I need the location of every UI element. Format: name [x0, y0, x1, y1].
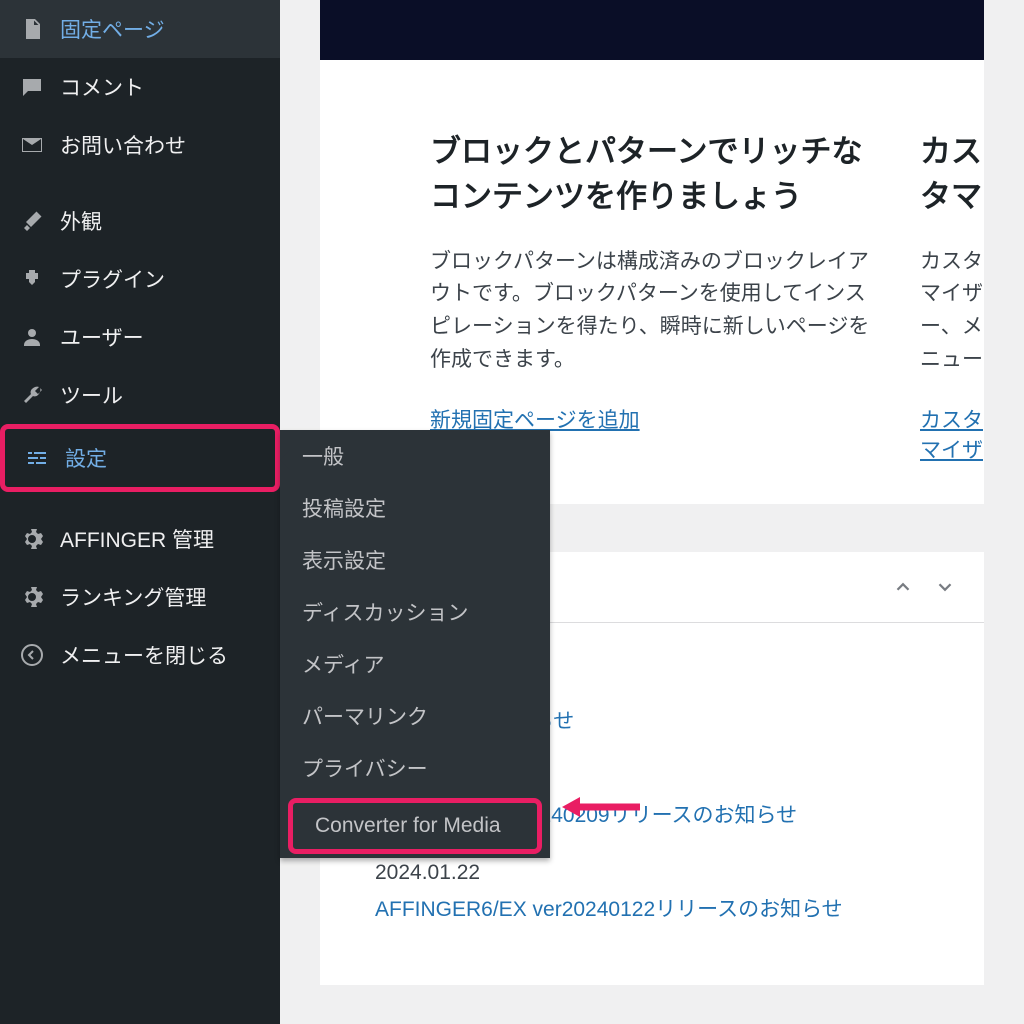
- sidebar-item-label: メニューを閉じる: [60, 640, 228, 670]
- sidebar-item-plugins[interactable]: プラグイン: [0, 250, 280, 308]
- sidebar-item-label: 固定ページ: [60, 14, 165, 44]
- sliders-icon: [23, 444, 51, 472]
- submenu-item-discussion[interactable]: ディスカッション: [280, 586, 550, 638]
- submenu-item-converter-for-media[interactable]: Converter for Media: [288, 798, 542, 854]
- submenu-item-general[interactable]: 一般: [280, 430, 550, 482]
- news-link[interactable]: AFFINGER6/EX ver20240122リリースのお知らせ: [375, 898, 843, 921]
- collapse-icon: [18, 641, 46, 669]
- user-icon: [18, 323, 46, 351]
- wrench-icon: [18, 381, 46, 409]
- admin-sidebar: 固定ページ コメント お問い合わせ 外観 プラグイン ユーザー: [0, 0, 280, 1024]
- sidebar-item-settings[interactable]: 設定: [5, 429, 275, 487]
- sidebar-item-label: ツール: [60, 380, 123, 410]
- chevron-down-icon[interactable]: [934, 576, 956, 598]
- submenu-item-privacy[interactable]: プライバシー: [280, 742, 550, 794]
- submenu-item-media[interactable]: メディア: [280, 638, 550, 690]
- sidebar-item-comments[interactable]: コメント: [0, 58, 280, 116]
- sidebar-item-contact[interactable]: お問い合わせ: [0, 116, 280, 174]
- customize-link[interactable]: カスタマイザ: [920, 409, 983, 462]
- panel-customize: カスタマ カスタマイザー、メニュー カスタマイザ: [920, 130, 984, 464]
- news-item: 2024.01.22 AFFINGER6/EX ver20240122リリースの…: [375, 861, 954, 923]
- plugin-icon: [18, 265, 46, 293]
- add-new-page-link[interactable]: 新規固定ページを追加: [430, 409, 640, 432]
- gear-icon: [18, 583, 46, 611]
- panel-blocks-patterns: ブロックとパターンでリッチなコンテンツを作りましょう ブロックパターンは構成済み…: [430, 130, 880, 464]
- page-icon: [18, 15, 46, 43]
- sidebar-item-label: プラグイン: [60, 264, 165, 294]
- submenu-item-writing[interactable]: 投稿設定: [280, 482, 550, 534]
- news-panel-controls: [892, 576, 956, 598]
- hero-banner: [320, 0, 984, 60]
- sidebar-item-pages[interactable]: 固定ページ: [0, 0, 280, 58]
- settings-submenu: 一般 投稿設定 表示設定 ディスカッション メディア パーマリンク プライバシー…: [280, 430, 550, 858]
- sidebar-item-label: コメント: [60, 72, 144, 102]
- sidebar-item-label: ユーザー: [60, 322, 144, 352]
- panel-description: カスタマイザー、メニュー: [920, 246, 984, 376]
- annotation-arrow: [562, 792, 642, 822]
- annotation-highlight-settings: 設定: [0, 424, 280, 492]
- sidebar-item-ranking-admin[interactable]: ランキング管理: [0, 568, 280, 626]
- sidebar-item-label: お問い合わせ: [60, 130, 186, 160]
- panel-title: ブロックとパターンでリッチなコンテンツを作りましょう: [430, 130, 880, 220]
- sidebar-item-collapse-menu[interactable]: メニューを閉じる: [0, 626, 280, 684]
- sidebar-item-affinger-admin[interactable]: AFFINGER 管理: [0, 510, 280, 568]
- sidebar-item-label: 設定: [65, 443, 107, 473]
- sidebar-item-label: 外観: [60, 206, 102, 236]
- sidebar-item-tools[interactable]: ツール: [0, 366, 280, 424]
- sidebar-item-label: ランキング管理: [60, 582, 206, 612]
- panel-description: ブロックパターンは構成済みのブロックレイアウトです。ブロックパターンを使用してイ…: [430, 246, 880, 376]
- sidebar-item-users[interactable]: ユーザー: [0, 308, 280, 366]
- sidebar-item-label: AFFINGER 管理: [60, 524, 214, 554]
- chevron-up-icon[interactable]: [892, 576, 914, 598]
- comment-icon: [18, 73, 46, 101]
- submenu-item-reading[interactable]: 表示設定: [280, 534, 550, 586]
- panel-title: カスタマ: [920, 130, 984, 220]
- brush-icon: [18, 207, 46, 235]
- sidebar-item-appearance[interactable]: 外観: [0, 192, 280, 250]
- submenu-item-permalinks[interactable]: パーマリンク: [280, 690, 550, 742]
- mail-icon: [18, 131, 46, 159]
- news-date: 2024.01.22: [375, 861, 954, 885]
- gear-icon: [18, 525, 46, 553]
